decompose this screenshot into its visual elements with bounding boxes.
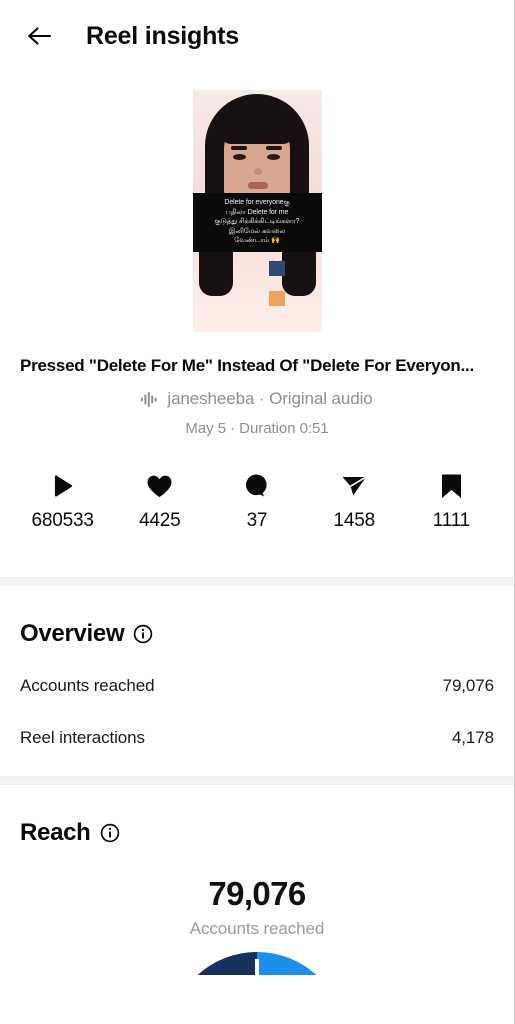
bookmark-icon — [440, 471, 463, 501]
app-header: Reel insights — [0, 0, 514, 72]
stat-value: 37 — [246, 510, 268, 531]
stat-saves[interactable]: 1111 — [403, 471, 500, 532]
thumbnail-art-nose — [253, 168, 262, 175]
stat-shares[interactable]: 1458 — [306, 471, 403, 532]
stat-comments[interactable]: 37 — [208, 471, 305, 532]
thumbnail-art-brow-left — [230, 146, 247, 150]
metric-value: 4,178 — [451, 728, 494, 747]
reel-insights-screen: Reel insights Delete for everyoneகு பதில… — [0, 0, 515, 1024]
back-button[interactable] — [18, 14, 62, 58]
metric-value: 79,076 — [442, 676, 495, 695]
arrow-left-icon — [28, 27, 52, 45]
thumbnail-container: Delete for everyoneகு பதிலா Delete for m… — [0, 90, 514, 332]
thumbnail-art-mouth — [247, 182, 268, 189]
thumbnail-art-brow-right — [265, 146, 282, 150]
reach-title: Reach — [20, 819, 91, 846]
heart-icon — [146, 471, 173, 501]
engagement-stats-row: 680533 4425 37 1458 1111 — [0, 471, 514, 532]
reach-section: Reach 79,076 Accounts reached — [0, 785, 514, 975]
metric-label: Reel interactions — [20, 728, 145, 747]
thumbnail-art-fringe — [220, 110, 294, 144]
stat-value: 680533 — [31, 510, 94, 531]
info-icon[interactable] — [100, 823, 120, 843]
thumbnail-art-eye-left — [232, 154, 246, 160]
section-divider — [0, 577, 514, 586]
donut-chart-svg — [169, 952, 345, 975]
table-row: Reel interactions 4,178 — [20, 712, 494, 764]
reach-donut-chart — [20, 951, 494, 975]
reel-caption: Pressed "Delete For Me" Instead Of "Dele… — [20, 356, 474, 375]
reach-header: Reach — [20, 785, 494, 847]
play-icon — [50, 471, 76, 501]
stat-likes[interactable]: 4425 — [111, 471, 208, 532]
reach-caption: Accounts reached — [189, 919, 325, 938]
thumbnail-art-eye-right — [266, 154, 280, 160]
overlay-line: இனிமேல் கவலை — [228, 227, 286, 235]
overview-section: Overview Accounts reached 79,076 Reel in… — [0, 586, 514, 764]
audio-label: janesheeba · Original audio — [167, 389, 373, 408]
overlay-line: Delete for everyoneகு — [224, 199, 290, 206]
overview-title: Overview — [20, 620, 125, 647]
overlay-line: பதிலா Delete for me — [225, 208, 289, 216]
comment-icon — [244, 471, 270, 501]
stat-value: 1111 — [432, 510, 471, 531]
metric-label: Accounts reached — [20, 676, 155, 695]
share-icon — [341, 471, 368, 501]
stat-plays[interactable]: 680533 — [14, 471, 111, 532]
page-title: Reel insights — [86, 21, 239, 50]
overview-header: Overview — [20, 586, 494, 648]
heart-sticker-navy — [268, 261, 285, 276]
audio-attribution[interactable]: janesheeba · Original audio — [0, 389, 514, 409]
heart-sticker-peach — [268, 291, 285, 306]
stat-value: 4425 — [139, 510, 181, 531]
reach-value: 79,076 — [208, 875, 306, 912]
thumbnail-text-overlay: Delete for everyoneகு பதிலா Delete for m… — [192, 193, 322, 252]
section-divider — [0, 776, 514, 785]
stat-value: 1458 — [333, 510, 375, 531]
info-icon[interactable] — [133, 624, 153, 644]
reach-summary: 79,076 Accounts reached — [20, 875, 494, 939]
audio-waveform-icon — [141, 391, 157, 407]
table-row: Accounts reached 79,076 — [20, 648, 494, 712]
overlay-line: குடுத்து சிக்கிக்கிட்டிங்களா? — [214, 218, 300, 226]
reel-thumbnail[interactable]: Delete for everyoneகு பதிலா Delete for m… — [192, 90, 322, 332]
date-duration-label: May 5 · Duration 0:51 — [185, 420, 329, 437]
overlay-line: வேண்டாம் 🙌 — [234, 237, 280, 245]
